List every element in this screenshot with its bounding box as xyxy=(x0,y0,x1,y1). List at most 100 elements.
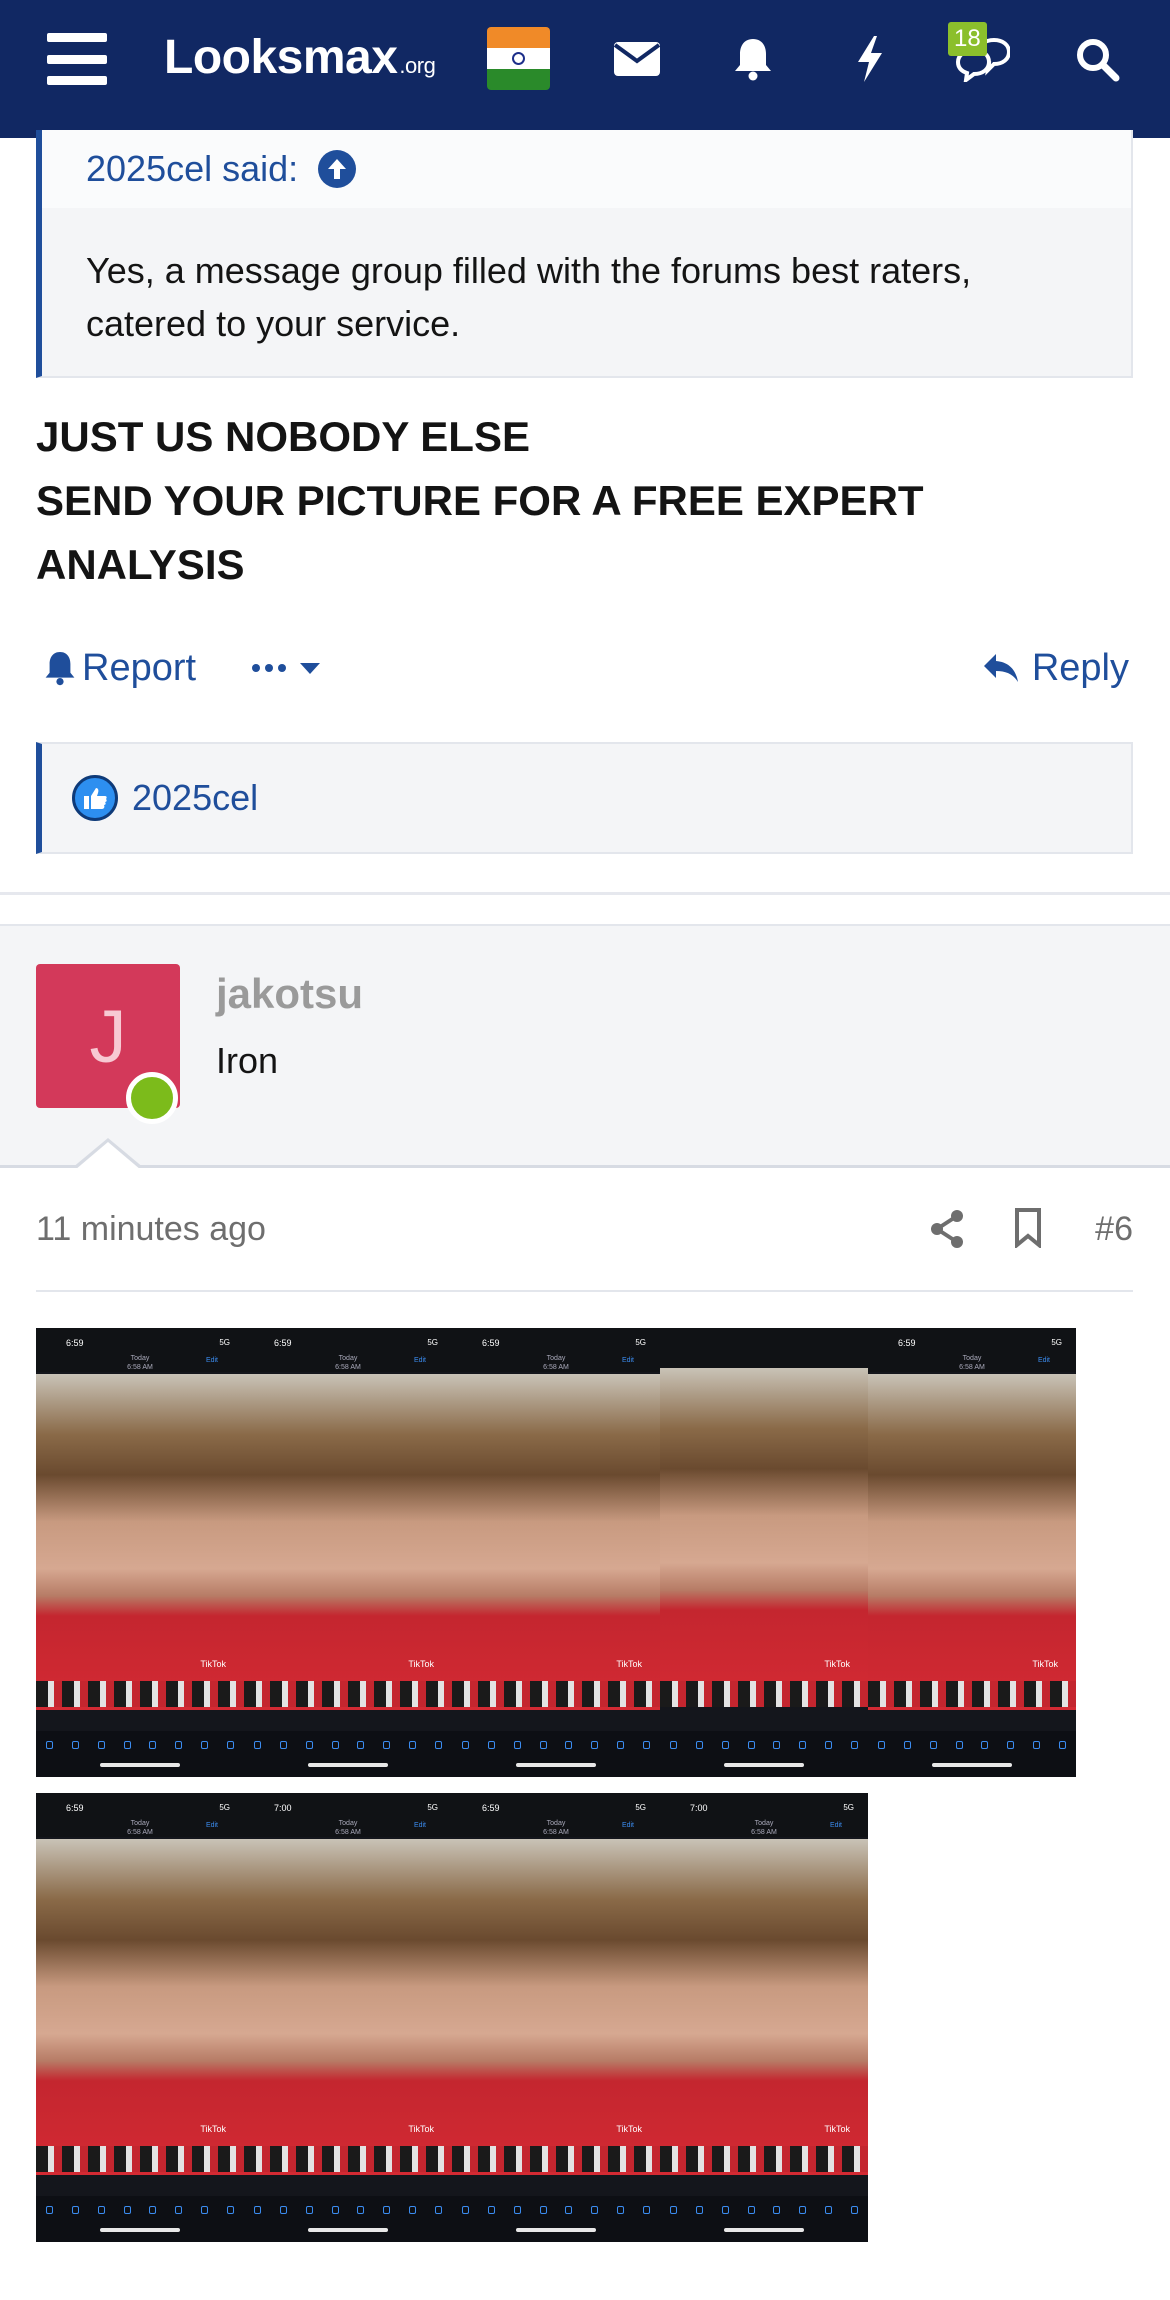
bell-icon[interactable] xyxy=(730,0,776,118)
top-navbar: Looksmax.org 18 xyxy=(0,0,1170,138)
logo-suffix: .org xyxy=(399,53,436,78)
site-logo[interactable]: Looksmax.org xyxy=(164,28,436,96)
tiktok-watermark: TikTok xyxy=(200,1659,226,1669)
india-flag-icon[interactable] xyxy=(487,27,550,90)
attachment-thumbnail[interactable]: TikTok xyxy=(660,1328,868,1777)
reply-button[interactable]: Reply xyxy=(982,636,1129,700)
post-timestamp[interactable]: 11 minutes ago xyxy=(36,1210,266,1249)
attachment-thumbnail[interactable]: 6:59 5G Today 6:58 AM Edit TikTok xyxy=(868,1328,1076,1777)
status-carrier: 5G xyxy=(843,1803,854,1812)
tiktok-watermark: TikTok xyxy=(824,2124,850,2134)
reply-icon xyxy=(983,654,1018,682)
quote-text: Yes, a message group filled with the for… xyxy=(86,250,972,344)
attachment-thumbnail[interactable]: 6:59 5G Today 6:58 AM Edit TikTok xyxy=(452,1793,660,2242)
photo-edit-label: Edit xyxy=(413,1357,426,1364)
menu-icon[interactable] xyxy=(44,0,110,118)
reaction-user-link[interactable]: 2025cel xyxy=(132,777,258,819)
hoodie-print xyxy=(868,1681,1076,1707)
attachment-thumbnail[interactable]: 6:59 5G Today 6:58 AM Edit TikTok xyxy=(36,1328,244,1777)
tiktok-watermark: TikTok xyxy=(1032,1659,1058,1669)
photo-edit-label: Edit xyxy=(621,1822,634,1829)
bell-icon xyxy=(45,652,75,686)
tiktok-watermark: TikTok xyxy=(408,2124,434,2134)
photo-toolbar xyxy=(244,2196,452,2242)
photo-toolbar xyxy=(36,1731,244,1777)
tiktok-watermark: TikTok xyxy=(408,1659,434,1669)
selfie-photo xyxy=(660,1368,868,1704)
photo-edit-label: Edit xyxy=(621,1357,634,1364)
reactions-bar: 2025cel xyxy=(36,742,1133,854)
hoodie-print xyxy=(36,1681,244,1707)
bookmark-icon[interactable] xyxy=(1014,1208,1042,1257)
tiktok-watermark: TikTok xyxy=(824,1659,850,1669)
online-status-indicator xyxy=(126,1072,178,1124)
post-number-link[interactable]: #6 xyxy=(1095,1210,1133,1249)
username-link[interactable]: jakotsu xyxy=(216,970,363,1018)
share-icon[interactable] xyxy=(930,1210,964,1257)
status-time: 7:00 xyxy=(690,1803,708,1813)
status-carrier: 5G xyxy=(427,1803,438,1812)
status-carrier: 5G xyxy=(427,1338,438,1347)
status-time: 6:59 xyxy=(66,1803,84,1813)
user-title: Iron xyxy=(216,1040,279,1081)
photo-toolbar xyxy=(452,1731,660,1777)
tiktok-watermark: TikTok xyxy=(616,2124,642,2134)
status-time: 6:59 xyxy=(898,1338,916,1348)
tiktok-watermark: TikTok xyxy=(200,2124,226,2134)
post-actions: Report Reply xyxy=(36,636,1133,700)
hoodie-print xyxy=(452,1681,660,1707)
photo-header: Today 6:58 AM Edit xyxy=(660,1819,868,1839)
post-line-1: JUST US NOBODY ELSE xyxy=(36,413,530,460)
status-carrier: 5G xyxy=(219,1803,230,1812)
attachment-thumbnail[interactable]: 7:00 5G Today 6:58 AM Edit TikTok xyxy=(244,1793,452,2242)
status-carrier: 5G xyxy=(1051,1338,1062,1347)
user-block: J jakotsu Iron xyxy=(0,924,1170,1168)
hoodie-print xyxy=(660,1681,868,1707)
attachment-thumbnail[interactable]: 6:59 5G Today 6:58 AM Edit TikTok xyxy=(244,1328,452,1777)
quote-author-link[interactable]: 2025cel said: xyxy=(86,148,298,190)
post-line-2: SEND YOUR PICTURE FOR A FREE EXPERT ANAL… xyxy=(36,477,924,588)
jump-to-quote-icon[interactable] xyxy=(318,150,357,188)
status-time: 7:00 xyxy=(274,1803,292,1813)
photo-edit-label: Edit xyxy=(1037,1357,1050,1364)
photo-header: Today 6:58 AM Edit xyxy=(244,1819,452,1839)
envelope-icon[interactable] xyxy=(610,0,664,118)
photo-toolbar xyxy=(660,2196,868,2242)
status-time: 6:59 xyxy=(482,1803,500,1813)
photo-header: Today 6:58 AM Edit xyxy=(868,1354,1076,1374)
quote-header: 2025cel said: xyxy=(42,130,1131,208)
ellipsis-icon xyxy=(252,664,286,672)
tiktok-watermark: TikTok xyxy=(616,1659,642,1669)
attachment-thumbnail[interactable]: 6:59 5G Today 6:58 AM Edit TikTok xyxy=(452,1328,660,1777)
status-carrier: 5G xyxy=(635,1803,646,1812)
photo-header: Today 6:58 AM Edit xyxy=(36,1354,244,1374)
photo-header: Today 6:58 AM Edit xyxy=(452,1819,660,1839)
post-divider xyxy=(0,892,1170,895)
photo-edit-label: Edit xyxy=(413,1822,426,1829)
photo-toolbar xyxy=(36,2196,244,2242)
photo-header: Today 6:58 AM Edit xyxy=(452,1354,660,1374)
post-body: JUST US NOBODY ELSE SEND YOUR PICTURE FO… xyxy=(36,405,1126,597)
meta-divider xyxy=(36,1290,1133,1292)
quote-block: 2025cel said: Yes, a message group fille… xyxy=(36,130,1133,378)
logo-text: Looksmax xyxy=(164,31,398,84)
status-time: 6:59 xyxy=(66,1338,84,1348)
photo-toolbar xyxy=(244,1731,452,1777)
status-time: 6:59 xyxy=(274,1338,292,1348)
attachment-thumbnail[interactable]: 6:59 5G Today 6:58 AM Edit TikTok xyxy=(36,1793,244,2242)
attachment-row-2: 6:59 5G Today 6:58 AM Edit TikTok 7:00 5G Today 6… xyxy=(36,1793,868,2242)
hoodie-print xyxy=(36,2146,244,2172)
status-carrier: 5G xyxy=(219,1338,230,1347)
attachment-thumbnail[interactable]: 7:00 5G Today 6:58 AM Edit TikTok xyxy=(660,1793,868,2242)
report-button[interactable]: Report xyxy=(44,636,196,700)
photo-header: Today 6:58 AM Edit xyxy=(244,1354,452,1374)
status-carrier: 5G xyxy=(635,1338,646,1347)
conversations-badge: 18 xyxy=(948,22,987,56)
photo-toolbar xyxy=(452,2196,660,2242)
attachment-row-1: 6:59 5G Today 6:58 AM Edit TikTok 6:59 5G Today 6… xyxy=(36,1328,1076,1777)
lightning-icon[interactable] xyxy=(850,0,890,118)
photo-edit-label: Edit xyxy=(205,1822,218,1829)
chat-bubbles-icon[interactable] xyxy=(950,0,1014,118)
more-options-button[interactable] xyxy=(252,636,320,700)
search-icon[interactable] xyxy=(1070,0,1124,118)
